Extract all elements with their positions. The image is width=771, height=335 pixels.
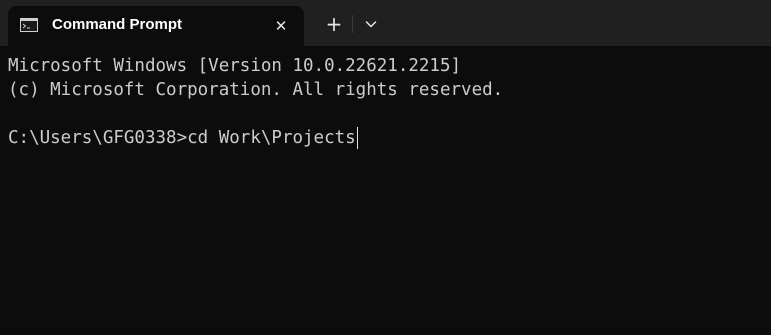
tab-divider — [352, 15, 353, 33]
close-icon[interactable]: ✕ — [270, 15, 292, 37]
tab-command-prompt[interactable]: Command Prompt ✕ — [8, 6, 304, 46]
cmd-icon — [20, 18, 38, 32]
tab-title: Command Prompt — [52, 16, 183, 33]
console-output[interactable]: Microsoft Windows [Version 10.0.22621.22… — [0, 46, 771, 335]
plus-icon[interactable]: + — [322, 12, 346, 36]
console-input-line[interactable]: C:\Users\GFG0338>cd Work\Projects — [8, 126, 358, 150]
chevron-down-icon[interactable] — [360, 13, 382, 35]
console-line-copyright: (c) Microsoft Corporation. All rights re… — [8, 80, 504, 100]
text-cursor — [356, 127, 358, 149]
terminal-window: Command Prompt ✕ + Microsoft Windows [Ve… — [0, 0, 771, 335]
console-line-version: Microsoft Windows [Version 10.0.22621.22… — [8, 56, 462, 76]
typed-command[interactable]: cd Work\Projects — [187, 128, 356, 148]
prompt-path: C:\Users\GFG0338> — [8, 128, 188, 148]
tab-bar: Command Prompt ✕ + — [0, 0, 771, 46]
